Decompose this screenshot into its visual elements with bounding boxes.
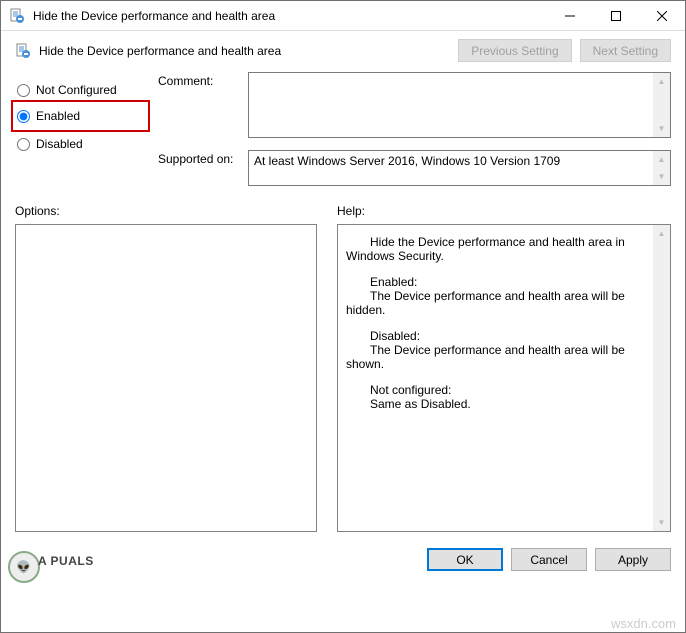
apply-button[interactable]: Apply bbox=[595, 548, 671, 571]
scroll-down-icon[interactable]: ▼ bbox=[653, 514, 670, 531]
ok-button[interactable]: OK bbox=[427, 548, 503, 571]
supported-value: At least Windows Server 2016, Windows 10… bbox=[254, 154, 560, 168]
policy-header: Hide the Device performance and health a… bbox=[1, 31, 685, 64]
help-pane: Hide the Device performance and health a… bbox=[337, 224, 671, 532]
help-text: Hide the Device performance and health a… bbox=[346, 235, 646, 263]
radio-enabled[interactable]: Enabled bbox=[15, 104, 122, 128]
help-text: The Device performance and health area w… bbox=[346, 343, 646, 371]
comment-label: Comment: bbox=[158, 72, 238, 138]
next-setting-button[interactable]: Next Setting bbox=[580, 39, 671, 62]
radio-input-enabled[interactable] bbox=[17, 110, 30, 123]
radio-not-configured[interactable]: Not Configured bbox=[15, 78, 150, 102]
policy-title: Hide the Device performance and health a… bbox=[39, 44, 450, 58]
watermark-appuals: 👽A PUALS bbox=[8, 542, 94, 583]
supported-label: Supported on: bbox=[158, 150, 238, 186]
radio-input-not-configured[interactable] bbox=[17, 84, 30, 97]
help-label: Help: bbox=[337, 204, 671, 218]
scroll-up-icon[interactable]: ▲ bbox=[653, 151, 670, 168]
policy-icon bbox=[15, 43, 31, 59]
radio-label: Not Configured bbox=[36, 83, 117, 97]
footer-buttons: OK Cancel Apply bbox=[1, 538, 685, 581]
scroll-down-icon[interactable]: ▼ bbox=[653, 120, 670, 137]
help-text: Enabled: bbox=[346, 275, 646, 289]
maximize-button[interactable] bbox=[593, 1, 639, 31]
scroll-up-icon[interactable]: ▲ bbox=[653, 225, 670, 242]
scrollbar[interactable]: ▲ ▼ bbox=[653, 73, 670, 137]
scroll-up-icon[interactable]: ▲ bbox=[653, 73, 670, 90]
help-text: Disabled: bbox=[346, 329, 646, 343]
help-text: Not configured: bbox=[346, 383, 646, 397]
close-button[interactable] bbox=[639, 1, 685, 31]
radio-disabled[interactable]: Disabled bbox=[15, 132, 150, 156]
watermark-wsxdn: wsxdn.com bbox=[611, 616, 676, 631]
highlight-box: Enabled bbox=[11, 100, 150, 132]
scrollbar[interactable]: ▲ ▼ bbox=[653, 151, 670, 185]
previous-setting-button[interactable]: Previous Setting bbox=[458, 39, 571, 62]
help-text: Same as Disabled. bbox=[346, 397, 646, 411]
window-title: Hide the Device performance and health a… bbox=[33, 9, 547, 23]
radio-label: Enabled bbox=[36, 109, 80, 123]
scrollbar[interactable]: ▲ ▼ bbox=[653, 225, 670, 531]
options-pane bbox=[15, 224, 317, 532]
radio-input-disabled[interactable] bbox=[17, 138, 30, 151]
comment-textbox[interactable]: ▲ ▼ bbox=[248, 72, 671, 138]
radio-label: Disabled bbox=[36, 137, 83, 151]
minimize-button[interactable] bbox=[547, 1, 593, 31]
help-text: The Device performance and health area w… bbox=[346, 289, 646, 317]
policy-icon bbox=[9, 8, 25, 24]
options-label: Options: bbox=[15, 204, 317, 218]
cancel-button[interactable]: Cancel bbox=[511, 548, 587, 571]
supported-textbox: At least Windows Server 2016, Windows 10… bbox=[248, 150, 671, 186]
titlebar: Hide the Device performance and health a… bbox=[1, 1, 685, 31]
scroll-down-icon[interactable]: ▼ bbox=[653, 168, 670, 185]
